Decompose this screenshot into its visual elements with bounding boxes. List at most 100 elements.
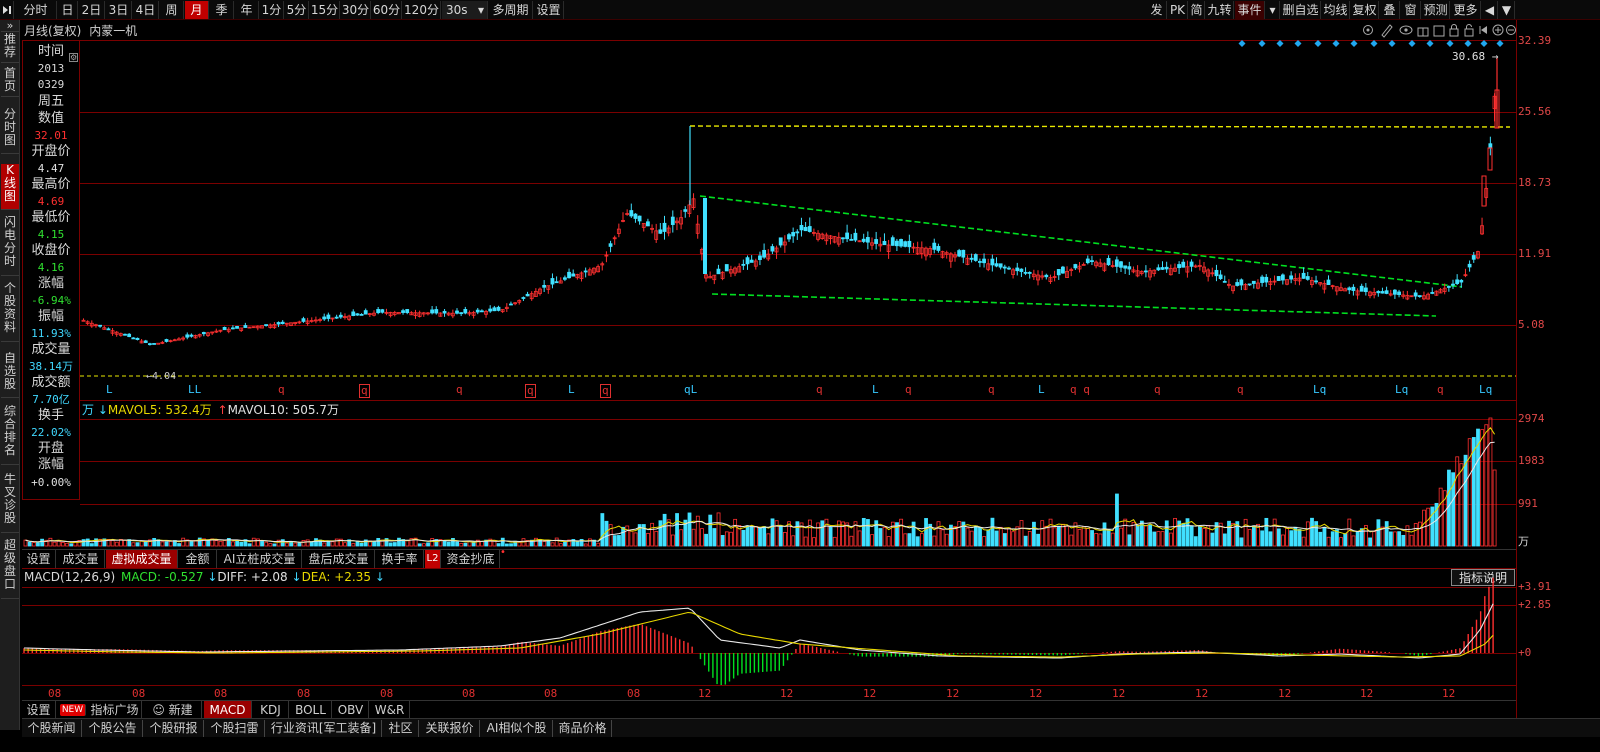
candle-body xyxy=(994,263,999,267)
signal-marker: L xyxy=(872,383,879,396)
volume-bar xyxy=(1144,525,1148,547)
volume-bar xyxy=(762,526,767,547)
tab-stock-risk-scan[interactable]: 个股扫雷 xyxy=(205,720,265,737)
tab-commodity-prices[interactable]: 商品价格 xyxy=(554,720,612,737)
candle-body xyxy=(185,334,190,338)
tab-ai-volume[interactable]: AI立桩成交量 xyxy=(218,550,302,568)
volume-bar xyxy=(729,531,733,547)
tab-settings[interactable]: 设置 xyxy=(22,550,56,568)
volume-bar xyxy=(1127,534,1132,547)
volume-bar xyxy=(965,527,970,547)
candle-body xyxy=(276,322,281,325)
volume-bar xyxy=(455,541,460,547)
volume-bar xyxy=(152,538,157,547)
tab-virtual-volume[interactable]: 虚拟成交量 xyxy=(106,550,178,568)
volume-bar xyxy=(886,536,891,547)
tab-ai-similar-stocks[interactable]: AI相似个股 xyxy=(481,720,553,737)
volume-chart[interactable] xyxy=(0,400,1600,548)
tab-kdj[interactable]: KDJ xyxy=(253,701,289,719)
volume-bar xyxy=(1243,518,1248,547)
candle-body xyxy=(1251,280,1256,284)
tab-stock-research[interactable]: 个股研报 xyxy=(144,720,204,737)
candle-body xyxy=(1044,274,1049,278)
candle-body xyxy=(932,242,937,250)
volume-bar xyxy=(783,532,787,547)
volume-bar xyxy=(1488,417,1493,547)
volume-bar xyxy=(1081,525,1086,547)
candle-body xyxy=(1471,255,1476,260)
candle-body xyxy=(895,240,899,247)
volume-bar xyxy=(1372,531,1377,547)
volume-bar xyxy=(554,537,559,547)
tab-related-quotes[interactable]: 关联报价 xyxy=(420,720,480,737)
volume-bar xyxy=(1343,533,1348,547)
candle-body xyxy=(907,240,912,248)
tab-boll[interactable]: BOLL xyxy=(290,701,332,719)
candle-body xyxy=(1214,269,1219,277)
tab-stock-announcements[interactable]: 个股公告 xyxy=(83,720,143,737)
tab-volume[interactable]: 成交量 xyxy=(57,550,105,568)
candle-body xyxy=(903,241,908,247)
macd-chart[interactable] xyxy=(0,568,1600,686)
tab-turnover-rate[interactable]: 换手率 xyxy=(376,550,424,568)
kline-chart[interactable] xyxy=(0,0,1600,400)
volume-bar xyxy=(314,538,318,547)
change-value: -6.94% xyxy=(31,294,71,307)
tab-industry-news[interactable]: 行业资讯[军工装备] xyxy=(266,720,382,737)
volume-bar xyxy=(264,541,269,547)
tab-wr[interactable]: W&R xyxy=(370,701,410,719)
candle-body xyxy=(608,243,613,247)
volume-bar xyxy=(48,537,53,547)
tab-community[interactable]: 社区 xyxy=(383,720,419,737)
volume-bar xyxy=(575,541,580,547)
candle-body xyxy=(724,264,729,272)
tab-after-hours-volume[interactable]: 盘后成交量 xyxy=(303,550,375,568)
x-label: 08 xyxy=(297,687,311,700)
signal-marker: L xyxy=(568,383,575,396)
volume-bar xyxy=(944,533,949,547)
candle-body xyxy=(143,340,148,343)
candle-body xyxy=(803,226,808,232)
candle-body xyxy=(280,321,285,325)
volume-bar xyxy=(940,529,945,547)
candle-body xyxy=(1106,258,1111,266)
volume-bar xyxy=(828,526,833,547)
candle-body xyxy=(1459,279,1464,283)
candle-body xyxy=(1218,274,1223,279)
volume-bar xyxy=(778,525,783,547)
volume-bar xyxy=(754,526,758,547)
signal-marker: Lq xyxy=(1395,383,1409,396)
tab-amount[interactable]: 金额 xyxy=(179,550,217,568)
signal-marker: q xyxy=(456,383,463,396)
candle-body xyxy=(583,270,588,273)
volume-bar xyxy=(426,542,430,547)
signal-marker: L xyxy=(1038,383,1045,396)
volume-bar xyxy=(1164,520,1169,547)
volume-bar xyxy=(994,530,999,547)
tab-bottom-fishing[interactable]: 资金抄底 xyxy=(442,550,500,568)
tab-obv[interactable]: OBV xyxy=(333,701,369,719)
volume-bar xyxy=(392,542,397,547)
candle-body xyxy=(633,213,638,219)
candle-body xyxy=(978,261,982,263)
volume-bar xyxy=(1326,536,1331,547)
candle-body xyxy=(106,328,111,331)
volume-bar xyxy=(1388,531,1393,547)
volume-bar xyxy=(446,541,451,547)
volume-bar xyxy=(509,543,513,547)
candle-body xyxy=(1301,272,1306,279)
candle-body xyxy=(1023,271,1028,274)
tab-indicator-plaza[interactable]: 指标广场 xyxy=(88,701,142,719)
candle-body xyxy=(338,314,343,318)
tab-macd[interactable]: MACD xyxy=(204,701,252,719)
volume-bar xyxy=(920,533,924,547)
tab-new-indicator[interactable]: ☺ 新建 xyxy=(144,701,202,719)
volume-bar xyxy=(812,537,816,547)
tab-stock-news[interactable]: 个股新闻 xyxy=(22,720,82,737)
volume-bar xyxy=(463,542,468,547)
latest-price-tag: 30.68 → xyxy=(1452,50,1498,63)
candle-body xyxy=(791,232,796,237)
candle-body xyxy=(1019,268,1024,272)
tab-indicator-settings[interactable]: 设置 xyxy=(22,701,56,719)
volume-bar xyxy=(1384,521,1389,547)
